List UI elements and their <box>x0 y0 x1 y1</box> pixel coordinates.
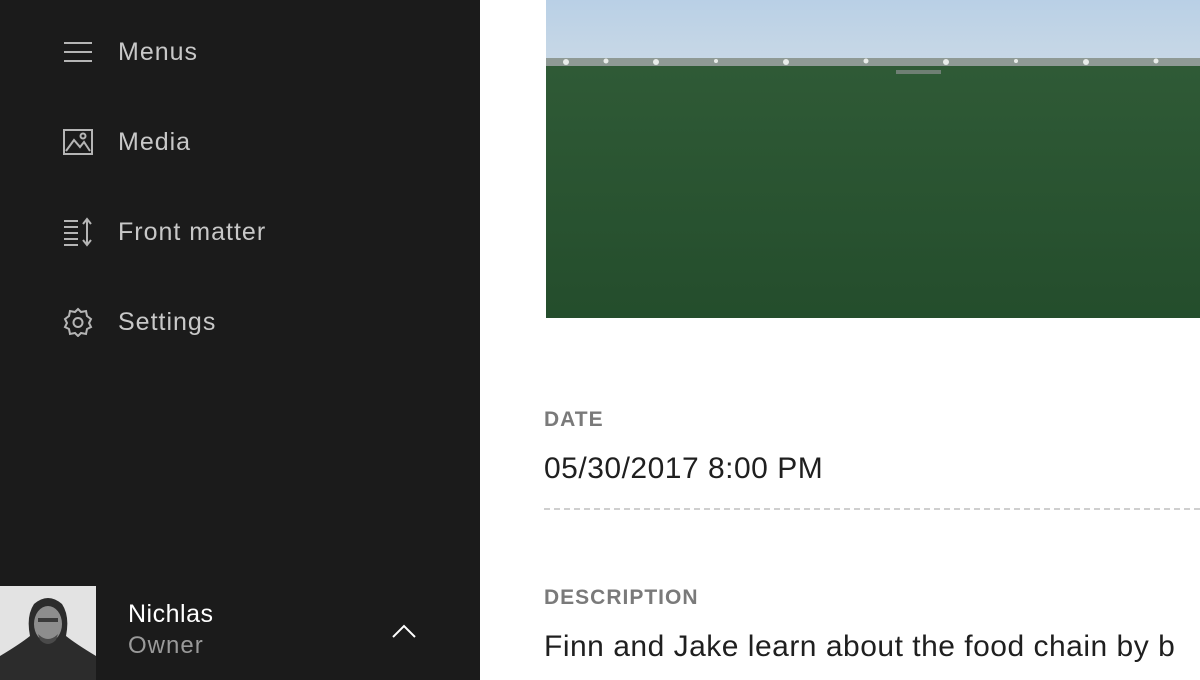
sidebar-item-label: Menus <box>118 37 199 66</box>
description-field[interactable]: Finn and Jake learn about the food chain… <box>544 630 1175 664</box>
gear-icon <box>62 306 94 338</box>
sidebar-item-label: Front matter <box>118 217 267 246</box>
sidebar-item-label: Settings <box>118 307 217 336</box>
date-label: DATE <box>544 408 604 431</box>
chevron-up-icon[interactable] <box>388 616 420 648</box>
date-field[interactable]: 05/30/2017 8:00 PM <box>544 452 823 486</box>
divider <box>544 508 1200 510</box>
sidebar-item-media[interactable]: Media <box>62 122 191 162</box>
featured-image[interactable] <box>546 0 1200 318</box>
menu-icon <box>62 36 94 68</box>
description-label: DESCRIPTION <box>544 586 699 609</box>
sidebar-item-settings[interactable]: Settings <box>62 302 216 342</box>
image-icon <box>62 126 94 158</box>
user-name: Nichlas <box>128 600 214 628</box>
avatar <box>0 586 96 680</box>
sidebar: Menus Media Front matter Settings Nichla… <box>0 0 480 680</box>
user-profile[interactable]: Nichlas Owner <box>0 586 480 680</box>
main-content: DATE 05/30/2017 8:00 PM DESCRIPTION Finn… <box>480 0 1200 680</box>
sidebar-item-menus[interactable]: Menus <box>62 32 198 72</box>
sidebar-item-front-matter[interactable]: Front matter <box>62 212 266 252</box>
sort-list-icon <box>62 216 94 248</box>
sidebar-item-label: Media <box>118 127 192 156</box>
user-role: Owner <box>128 632 204 659</box>
